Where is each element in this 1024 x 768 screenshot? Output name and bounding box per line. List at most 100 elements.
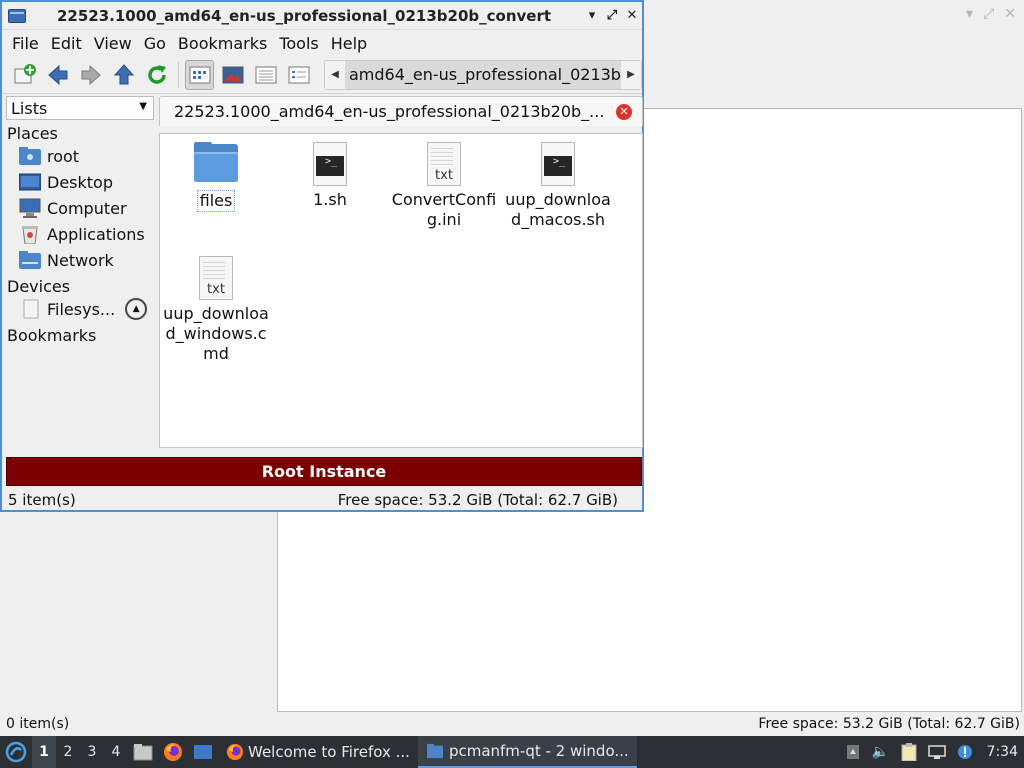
close-tab-icon[interactable]: ✕ [616,103,632,120]
file-name: uup_download_windows.cmd [163,304,269,363]
file-name: uup_download_macos.sh [505,190,611,229]
sidebar-item-label: Desktop [47,172,113,192]
folder-icon [193,140,239,188]
home-folder-icon [18,146,42,166]
sidebar-item-desktop[interactable]: Desktop [6,169,154,195]
sidebar-item-label: Network [47,250,114,270]
menu-help[interactable]: Help [325,34,373,53]
volume-notification-icon[interactable] [843,742,863,762]
desktop-switch-4[interactable]: 4 [104,736,128,768]
toolbar-separator [178,61,180,88]
shell-script-icon: >_ [307,140,353,188]
minimize-button[interactable]: ▾ [582,8,602,23]
thumbnail-view-button[interactable] [218,60,247,90]
background-status-items: 0 item(s) [6,716,70,732]
sidebar-item-applications[interactable]: Applications [6,221,154,247]
menu-tools[interactable]: Tools [273,34,324,53]
minimize-icon[interactable]: ▾ [966,6,973,22]
start-menu-button[interactable] [0,736,32,768]
toolbar: ◀ amd64_en-us_professional_0213b ▶ [2,56,642,94]
shell-script-icon: >_ [535,140,581,188]
side-pane: Lists ▼ Places root Desktop Computer App… [6,96,154,448]
maximize-button[interactable]: ⤢ [602,8,622,23]
thumbnail-view-icon [222,66,244,83]
menu-file[interactable]: File [6,34,45,53]
clipboard-icon[interactable] [899,742,919,762]
quicklaunch-show-desktop[interactable] [190,739,216,765]
sidebar-item-computer[interactable]: Computer [6,195,154,221]
compact-view-button[interactable] [252,60,281,90]
text-file-icon: txt [421,140,467,188]
taskbar: 1 2 3 4 Welcome to Firefox ... pcmanfm-q… [0,736,1024,768]
task-label: pcmanfm-qt - 2 windo... [448,742,629,760]
window-title: 22523.1000_amd64_en-us_professional_0213… [56,6,552,25]
quicklaunch-firefox[interactable] [160,739,186,765]
side-pane-mode-select[interactable]: Lists ▼ [6,96,154,120]
back-icon [48,64,68,85]
menu-bookmarks[interactable]: Bookmarks [172,34,273,53]
status-bar: 5 item(s) Free space: 53.2 GiB (Total: 6… [2,488,642,512]
tab-current-folder[interactable]: 22523.1000_amd64_en-us_professional_0213… [159,96,643,126]
icon-view-button[interactable] [185,59,215,90]
reload-button[interactable] [143,60,172,90]
detailed-view-icon [288,66,310,83]
menu-view[interactable]: View [88,34,138,53]
sidebar-item-network[interactable]: Network [6,247,154,273]
tab-bar: 22523.1000_amd64_en-us_professional_0213… [159,96,643,126]
file-item-convertconfig-ini[interactable]: txt ConvertConfig.ini [389,140,499,230]
update-notifier-icon[interactable] [955,742,975,762]
volume-icon[interactable]: 🔈 [871,742,891,762]
applications-icon [18,224,42,244]
forward-button[interactable] [76,60,105,90]
network-icon[interactable] [927,742,947,762]
quicklaunch-file-manager[interactable] [130,739,156,765]
file-item-files[interactable]: files [161,140,271,212]
icon-view-icon [189,66,211,83]
eject-icon[interactable]: ▲ [125,298,148,320]
path-scroll-right-button[interactable]: ▶ [620,60,641,89]
compact-view-icon [255,66,277,83]
root-instance-banner: Root Instance [6,457,642,486]
desktop-switch-2[interactable]: 2 [56,736,80,768]
sidebar-item-root[interactable]: root [6,143,154,169]
close-icon[interactable]: ✕ [1004,6,1016,22]
sidebar-item-label: Filesys... [47,299,116,319]
file-view[interactable]: files >_ 1.sh txt ConvertConfig.ini >_ u… [159,133,643,448]
places-heading: Places [7,124,58,143]
side-pane-mode-label: Lists [11,98,48,118]
chevron-down-icon: ▼ [139,101,147,112]
file-manager-icon [133,744,153,761]
computer-icon [18,198,42,218]
menu-bar: File Edit View Go Bookmarks Tools Help [2,30,642,56]
reload-icon [148,64,167,84]
text-file-icon: txt [193,254,239,302]
system-tray: 🔈 7:34 [843,742,1024,762]
maximize-icon[interactable]: ⤢ [983,6,994,22]
tab-label: 22523.1000_amd64_en-us_professional_0213… [174,102,605,121]
task-firefox[interactable]: Welcome to Firefox ... [218,736,418,768]
menu-edit[interactable]: Edit [45,34,88,53]
file-manager-window: 22523.1000_amd64_en-us_professional_0213… [0,0,644,512]
path-crumb[interactable]: amd64_en-us_professional_0213b [345,60,621,89]
sidebar-item-filesystem[interactable]: Filesys... ▲ [6,296,154,322]
new-tab-button[interactable] [10,60,39,90]
close-button[interactable]: ✕ [622,8,642,23]
new-tab-icon [14,63,36,83]
file-item-uup-download-windows-cmd[interactable]: txt uup_download_windows.cmd [161,254,271,364]
status-free-space: Free space: 53.2 GiB (Total: 62.7 GiB) [337,491,618,509]
menu-go[interactable]: Go [138,34,172,53]
desktop-switch-3[interactable]: 3 [80,736,104,768]
title-bar[interactable]: 22523.1000_amd64_en-us_professional_0213… [2,2,642,30]
file-item-uup-download-macos-sh[interactable]: >_ uup_download_macos.sh [503,140,613,230]
up-button[interactable] [110,60,139,90]
network-folder-icon [18,250,42,270]
file-item-1-sh[interactable]: >_ 1.sh [275,140,385,210]
clock[interactable]: 7:34 [987,744,1018,760]
task-pcmanfm[interactable]: pcmanfm-qt - 2 windo... [417,736,637,768]
file-name: ConvertConfig.ini [391,190,497,229]
detailed-view-button[interactable] [285,60,314,90]
file-name: files [196,190,236,212]
path-scroll-left-button[interactable]: ◀ [325,60,345,89]
back-button[interactable] [43,60,72,90]
desktop-switch-1[interactable]: 1 [32,736,56,768]
